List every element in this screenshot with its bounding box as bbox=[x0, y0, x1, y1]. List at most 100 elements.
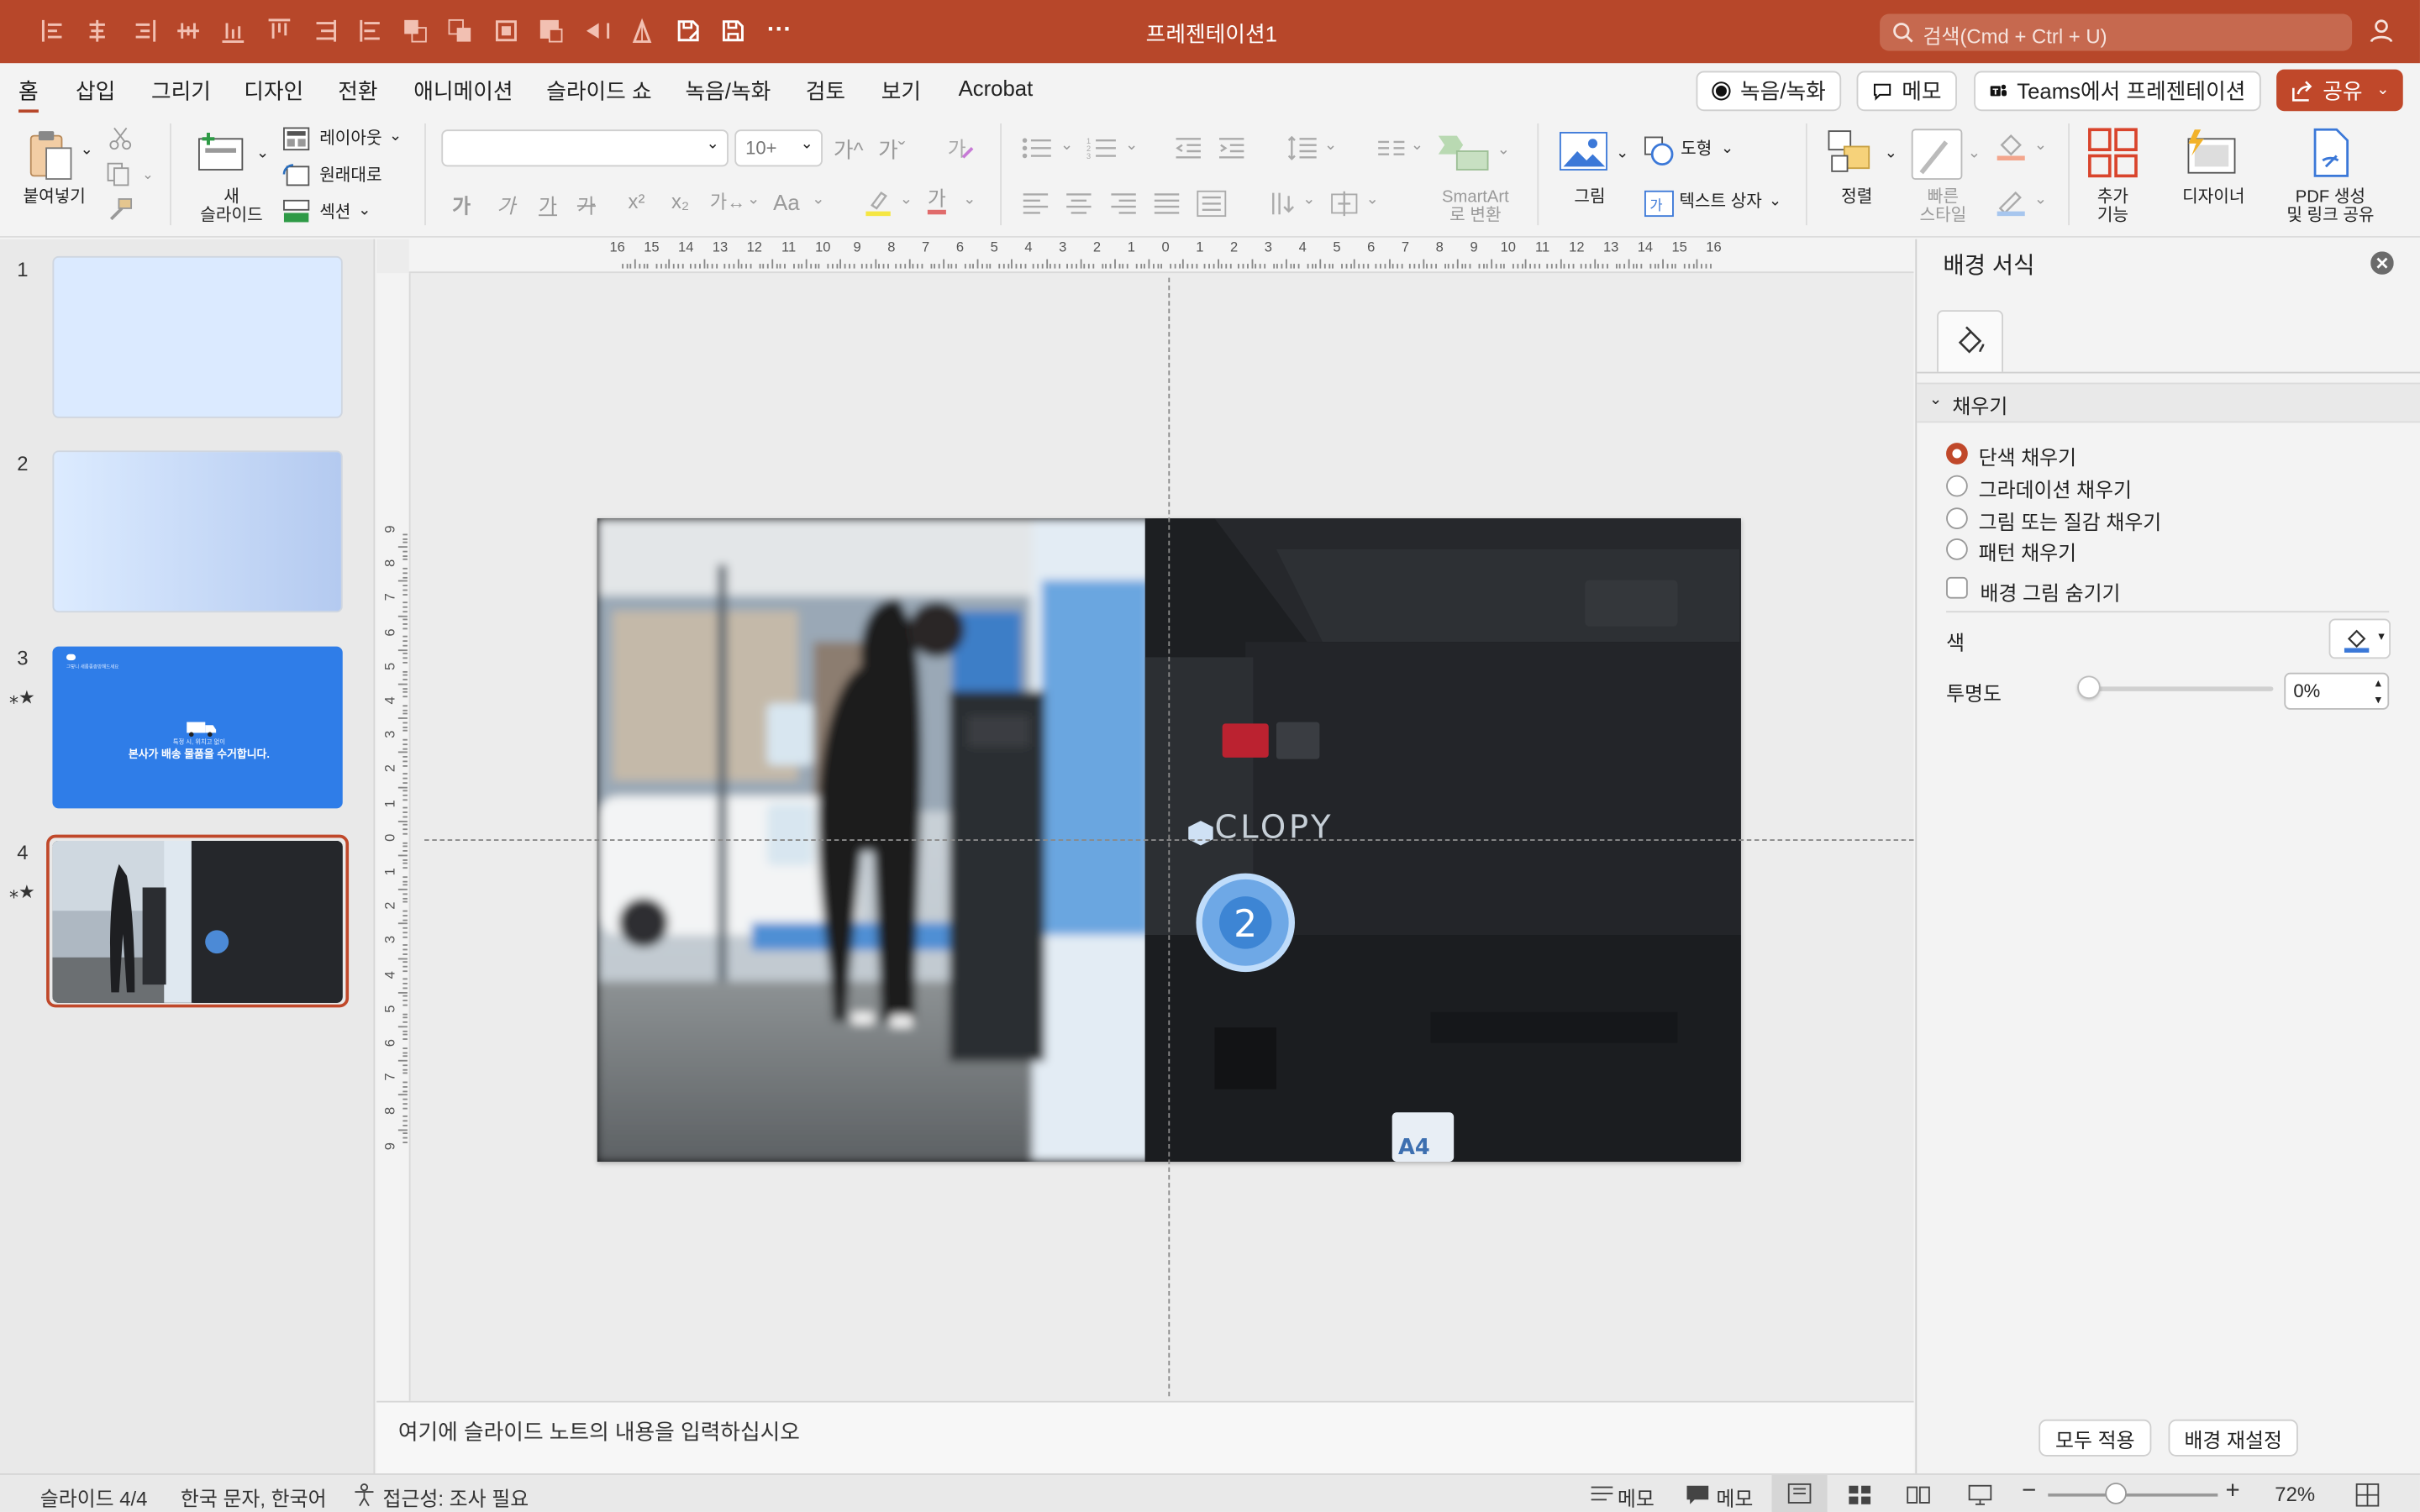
shape-fill-icon[interactable] bbox=[1994, 131, 2028, 162]
slideshow-icon[interactable] bbox=[1968, 1484, 1992, 1506]
font-size-select[interactable]: 10+ ⌄ bbox=[734, 129, 823, 167]
shrink-font-button[interactable]: 가ˇ bbox=[878, 134, 905, 165]
close-icon[interactable] bbox=[2370, 251, 2394, 275]
share-button[interactable]: 공유 ⌄ bbox=[2276, 69, 2403, 112]
zoom-slider-thumb[interactable] bbox=[2105, 1483, 2127, 1504]
gradient-fill-radio[interactable] bbox=[1946, 475, 1968, 497]
comments-toggle[interactable]: 메모 bbox=[1716, 1483, 1753, 1512]
reset-background-button[interactable]: 배경 재설정 bbox=[2168, 1419, 2298, 1457]
pattern-fill-radio[interactable] bbox=[1946, 538, 1968, 560]
tab-slideshow[interactable]: 슬라이드 쇼 bbox=[546, 76, 651, 107]
align-center-icon[interactable] bbox=[83, 17, 111, 45]
align-middle-icon[interactable] bbox=[175, 17, 203, 45]
comments-icon[interactable] bbox=[1686, 1484, 1710, 1506]
justify-icon[interactable] bbox=[1153, 192, 1181, 216]
shape-outline-chevron-icon[interactable]: ⌄ bbox=[2034, 192, 2047, 208]
accessibility-status[interactable]: 접근성: 조사 필요 bbox=[383, 1483, 529, 1512]
fill-section-header[interactable]: ⌄ 채우기 bbox=[1917, 382, 2420, 423]
shape-outline-icon[interactable] bbox=[1994, 186, 2028, 218]
layout-icon[interactable] bbox=[282, 127, 310, 151]
designer-icon[interactable] bbox=[2182, 127, 2241, 179]
numbering-icon[interactable]: 123 bbox=[1086, 136, 1118, 160]
slide-thumbnail-4[interactable] bbox=[52, 841, 343, 1003]
new-slide-button[interactable] bbox=[196, 129, 248, 176]
slide-thumbnail-1[interactable] bbox=[52, 255, 343, 418]
zoom-in-button[interactable]: + bbox=[2226, 1478, 2240, 1506]
account-icon[interactable] bbox=[2367, 17, 2395, 45]
paste-chevron-icon[interactable]: ⌄ bbox=[81, 142, 93, 159]
vertical-ruler[interactable]: 9 8 7 6 5 4 3 2 1 0 1 2 3 4 5 6 7 8 9 bbox=[376, 273, 411, 1401]
distribute-horizontal-icon[interactable] bbox=[312, 17, 339, 45]
slide-thumbnail-3[interactable]: 그렇니 새롭좋종방해드세요 특정 시, 위치고 없이 본사가 배송 물품을 수거… bbox=[52, 646, 343, 809]
tab-view[interactable]: 보기 bbox=[881, 76, 921, 107]
tab-insert[interactable]: 삽입 bbox=[76, 76, 115, 107]
tab-transitions[interactable]: 전환 bbox=[338, 76, 377, 107]
strikethrough-button[interactable]: 가 bbox=[577, 190, 596, 219]
hide-background-label[interactable]: 배경 그림 숨기기 bbox=[1980, 577, 2120, 606]
layout-label[interactable]: 레이아웃 bbox=[319, 129, 381, 150]
arrange-icon[interactable] bbox=[1826, 128, 1878, 177]
accessibility-icon[interactable] bbox=[352, 1483, 376, 1507]
color-picker-button[interactable]: ▾ bbox=[2328, 618, 2391, 659]
tab-draw[interactable]: 그리기 bbox=[151, 76, 211, 107]
picture-chevron-icon[interactable]: ⌄ bbox=[1616, 145, 1628, 162]
bullets-icon[interactable] bbox=[1022, 136, 1053, 160]
cut-icon[interactable] bbox=[108, 127, 133, 151]
vertical-guide[interactable] bbox=[1168, 277, 1171, 1397]
shapes-chevron-icon[interactable]: ⌄ bbox=[1721, 140, 1733, 157]
numbering-chevron-icon[interactable]: ⌄ bbox=[1125, 137, 1138, 154]
zoom-out-button[interactable]: − bbox=[2022, 1478, 2036, 1506]
memo-button[interactable]: 메모 bbox=[1856, 71, 1957, 112]
notes-icon[interactable] bbox=[1590, 1484, 1614, 1506]
save-as-icon[interactable] bbox=[675, 17, 702, 45]
highlight-chevron-icon[interactable]: ⌄ bbox=[900, 192, 913, 208]
tab-home[interactable]: 홈 bbox=[18, 76, 39, 107]
copy-icon[interactable] bbox=[105, 162, 133, 186]
font-name-select[interactable]: ⌄ bbox=[441, 129, 729, 167]
line-spacing-icon[interactable] bbox=[1287, 135, 1318, 160]
tab-animations[interactable]: 애니메이션 bbox=[413, 76, 513, 107]
align-right-icon[interactable] bbox=[129, 17, 157, 45]
reading-view-icon[interactable] bbox=[1906, 1484, 1930, 1506]
align-text-icon[interactable] bbox=[1328, 190, 1360, 218]
horizontal-guide[interactable] bbox=[424, 839, 1914, 842]
italic-button[interactable]: 가 bbox=[497, 190, 515, 219]
distribute-vertical-icon[interactable] bbox=[356, 17, 384, 45]
increase-indent-icon[interactable] bbox=[1218, 136, 1245, 160]
flip-icon[interactable] bbox=[583, 17, 611, 45]
reset-icon[interactable] bbox=[282, 162, 310, 186]
decrease-indent-icon[interactable] bbox=[1175, 136, 1202, 160]
solid-fill-label[interactable]: 단색 채우기 bbox=[1979, 441, 2076, 470]
align-left-text-icon[interactable] bbox=[1022, 192, 1050, 216]
pattern-fill-label[interactable]: 패턴 채우기 bbox=[1979, 537, 2076, 566]
columns-icon[interactable] bbox=[1376, 136, 1407, 160]
reset-label[interactable]: 원래대로 bbox=[319, 166, 381, 186]
transparency-slider-thumb[interactable] bbox=[2077, 675, 2101, 700]
shapes-icon[interactable] bbox=[1644, 136, 1675, 167]
align-text-chevron-icon[interactable]: ⌄ bbox=[1365, 192, 1378, 208]
transparency-stepper-icon[interactable]: ▴ ▾ bbox=[2375, 675, 2381, 708]
fit-to-window-icon[interactable] bbox=[2355, 1483, 2380, 1507]
textbox-label[interactable]: 텍스트 상자 bbox=[1679, 193, 1762, 213]
font-color-button[interactable]: 가 bbox=[927, 187, 946, 215]
notes-toggle[interactable]: 메모 bbox=[1618, 1483, 1655, 1512]
format-painter-icon[interactable] bbox=[107, 196, 134, 223]
shapes-label[interactable]: 도형 bbox=[1681, 140, 1712, 160]
superscript-button[interactable]: x² bbox=[629, 190, 645, 213]
zoom-level[interactable]: 72% bbox=[2275, 1483, 2315, 1506]
line-spacing-chevron-icon[interactable]: ⌄ bbox=[1324, 137, 1337, 154]
normal-view-button[interactable] bbox=[1771, 1474, 1828, 1512]
columns-chevron-icon[interactable]: ⌄ bbox=[1411, 137, 1423, 154]
record-button[interactable]: 녹음/녹화 bbox=[1696, 71, 1842, 112]
grow-font-button[interactable]: 가^ bbox=[834, 134, 864, 165]
quick-styles-icon[interactable] bbox=[1909, 127, 1965, 182]
language-indicator[interactable]: 한국 문자, 한국어 bbox=[181, 1483, 327, 1512]
paste-button[interactable] bbox=[24, 127, 80, 182]
quick-styles-chevron-icon[interactable]: ⌄ bbox=[1968, 145, 1981, 162]
text-direction-icon[interactable] bbox=[1267, 190, 1298, 218]
tab-review[interactable]: 검토 bbox=[806, 76, 845, 107]
section-icon[interactable] bbox=[282, 199, 310, 223]
distributed-icon[interactable] bbox=[1196, 190, 1227, 218]
spacing-chevron-icon[interactable]: ⌄ bbox=[747, 192, 760, 208]
align-bottom-icon[interactable] bbox=[219, 17, 247, 45]
